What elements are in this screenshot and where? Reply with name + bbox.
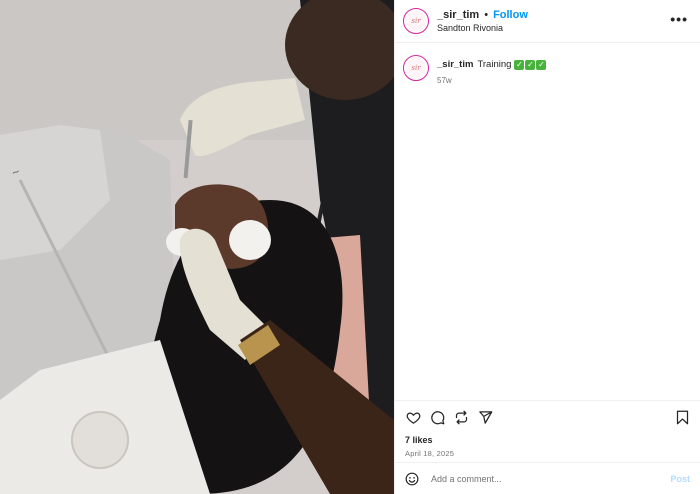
post-image[interactable]: ~ bbox=[0, 0, 394, 494]
caption-body: _sir_tim Training ✓ ✓ ✓ 57w bbox=[437, 59, 547, 85]
avatar[interactable]: sir bbox=[403, 8, 429, 34]
caption-avatar-image: sir bbox=[406, 58, 426, 78]
caption-username[interactable]: _sir_tim bbox=[437, 59, 473, 70]
comment-input[interactable] bbox=[429, 472, 671, 485]
check-emojis: ✓ ✓ ✓ bbox=[514, 59, 547, 70]
user-row: _sir_tim • Follow bbox=[437, 9, 528, 22]
location-link[interactable]: Sandton Rivonia bbox=[437, 23, 528, 33]
heart-icon[interactable] bbox=[405, 409, 421, 425]
caption-area: sir _sir_tim Training ✓ ✓ ✓ 57w bbox=[395, 43, 700, 400]
action-icons bbox=[405, 407, 690, 427]
emoji-icon[interactable] bbox=[405, 472, 419, 486]
check-mark-icon: ✓ bbox=[536, 59, 547, 70]
username-link[interactable]: _sir_tim bbox=[437, 9, 479, 22]
post-header: sir _sir_tim • Follow Sandton Rivonia ••… bbox=[395, 0, 700, 43]
share-icon[interactable] bbox=[453, 409, 469, 425]
caption-row: sir _sir_tim Training ✓ ✓ ✓ 57w bbox=[403, 55, 692, 85]
post-photo: ~ bbox=[0, 0, 394, 494]
bookmark-icon[interactable] bbox=[674, 409, 690, 425]
check-mark-icon: ✓ bbox=[514, 59, 525, 70]
follow-button[interactable]: Follow bbox=[493, 9, 528, 22]
caption-timestamp[interactable]: 57w bbox=[437, 76, 547, 85]
avatar-image: sir bbox=[406, 11, 426, 31]
post-dialog: ~ sir _sir_tim • Follow Sandton Rivonia … bbox=[0, 0, 700, 494]
actions-area: 7 likes April 18, 2025 bbox=[395, 400, 700, 462]
more-options-icon[interactable]: ••• bbox=[670, 12, 688, 26]
comment-bar: Post bbox=[395, 462, 700, 494]
caption-text: _sir_tim Training ✓ ✓ ✓ bbox=[437, 59, 547, 70]
header-text: _sir_tim • Follow Sandton Rivonia bbox=[437, 9, 528, 34]
caption-message: Training bbox=[477, 59, 512, 70]
side-panel: sir _sir_tim • Follow Sandton Rivonia ••… bbox=[394, 0, 700, 494]
check-mark-icon: ✓ bbox=[525, 59, 536, 70]
comment-icon[interactable] bbox=[429, 409, 445, 425]
post-date[interactable]: April 18, 2025 bbox=[405, 449, 690, 458]
send-icon[interactable] bbox=[477, 409, 493, 425]
likes-count[interactable]: 7 likes bbox=[405, 435, 690, 445]
separator-dot: • bbox=[484, 8, 489, 21]
post-button[interactable]: Post bbox=[670, 474, 690, 484]
caption-avatar[interactable]: sir bbox=[403, 55, 429, 81]
